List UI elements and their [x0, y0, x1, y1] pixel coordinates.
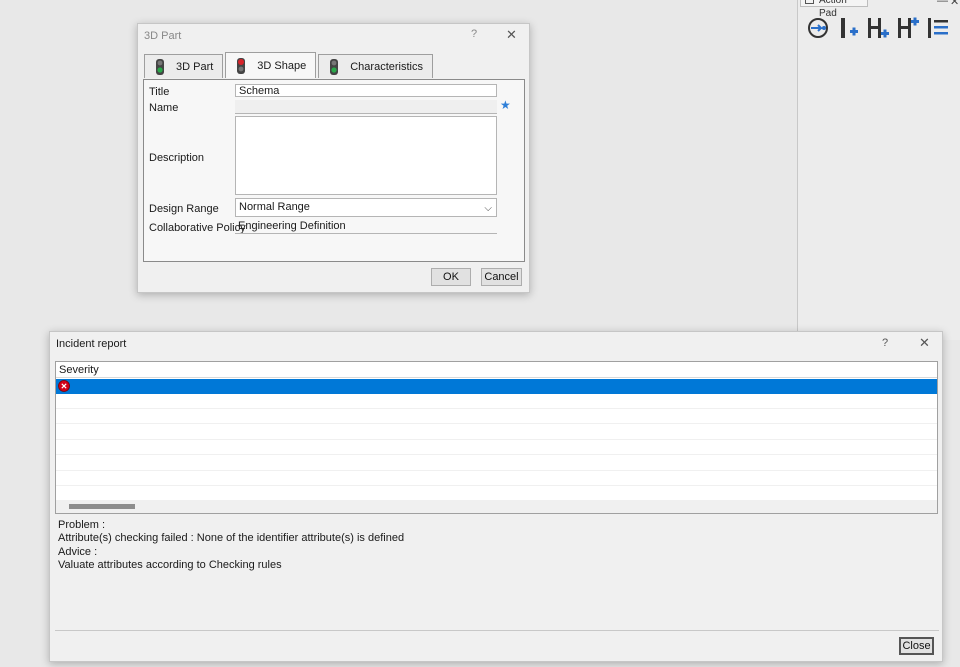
scrollbar-thumb[interactable] [69, 504, 135, 509]
tab-characteristics[interactable]: Characteristics [318, 54, 433, 78]
add-part-icon[interactable] [836, 14, 860, 42]
advice-heading: Advice : [58, 546, 98, 558]
description-label: Description [149, 152, 205, 164]
table-row [56, 471, 937, 486]
collaborative-policy-label: Collaborative Policy [149, 222, 246, 234]
table-row [56, 456, 937, 471]
error-icon [58, 380, 70, 392]
tab-label: 3D Part [176, 60, 214, 73]
tab-label: Characteristics [350, 60, 423, 73]
table-row [56, 409, 937, 424]
title-field[interactable]: Schema [235, 84, 497, 97]
column-header-severity[interactable]: Severity [56, 362, 937, 378]
close-icon[interactable]: ✕ [950, 0, 959, 8]
cancel-button[interactable]: Cancel [481, 268, 522, 286]
table-row [56, 440, 937, 455]
ok-button[interactable]: OK [431, 268, 471, 286]
design-range-label: Design Range [149, 203, 219, 215]
minimize-icon[interactable]: — [937, 0, 948, 7]
red-light-icon [237, 57, 246, 74]
horizontal-scrollbar[interactable] [56, 500, 937, 513]
chevron-down-icon: ⌵ [484, 203, 492, 214]
name-field[interactable] [235, 100, 497, 114]
table-row [56, 394, 937, 409]
refresh-assembly-icon[interactable] [806, 14, 830, 42]
description-field[interactable] [235, 116, 497, 195]
dialog-title: 3D Part [144, 30, 182, 42]
star-icon[interactable]: ★ [500, 98, 511, 112]
green-light-icon [156, 58, 164, 75]
action-pad-toolbar [806, 14, 950, 42]
advice-text: Valuate attributes according to Checking… [58, 559, 282, 571]
title-label: Title [149, 86, 170, 98]
close-button[interactable]: Close [899, 637, 934, 655]
insert-product-icon[interactable] [896, 14, 920, 42]
incident-report-dialog: Incident report ? ✕ Severity Problem : A… [49, 331, 943, 662]
help-icon[interactable]: ? [882, 337, 888, 349]
action-pad-tab[interactable]: Action Pad [800, 0, 868, 19]
problem-text: Attribute(s) checking failed : None of t… [58, 532, 405, 544]
close-icon[interactable]: ✕ [919, 335, 930, 351]
dialog-title: Incident report [56, 338, 127, 350]
tab-label: 3D Shape [257, 59, 307, 72]
design-range-select[interactable]: Normal Range ⌵ [235, 198, 497, 217]
tab-panel-3d-shape: Title Schema Name ★ Description Design R… [143, 79, 525, 262]
table-row[interactable] [56, 379, 937, 394]
green-light-icon [330, 58, 339, 75]
tab-3d-shape[interactable]: 3D Shape [225, 52, 317, 78]
table-row [56, 486, 937, 501]
tab-bar: 3D Part 3D Shape Characteristics [144, 52, 435, 78]
action-pad-panel [797, 0, 960, 340]
collaborative-policy-value: Engineering Definition [235, 220, 497, 234]
divider [55, 630, 939, 631]
tab-3d-part[interactable]: 3D Part [144, 54, 224, 78]
design-range-value: Normal Range [239, 201, 310, 213]
panel-icon [805, 0, 814, 4]
table-row [56, 425, 937, 440]
add-product-icon[interactable] [866, 14, 890, 42]
name-label: Name [149, 102, 179, 114]
part-properties-dialog: 3D Part ? ✕ 3D Part 3D Shape Characteris… [137, 23, 530, 293]
help-icon[interactable]: ? [471, 28, 477, 40]
tree-list-icon[interactable] [926, 14, 950, 42]
problem-heading: Problem : [58, 519, 106, 531]
incident-table: Severity [55, 361, 938, 514]
close-icon[interactable]: ✕ [506, 27, 517, 43]
